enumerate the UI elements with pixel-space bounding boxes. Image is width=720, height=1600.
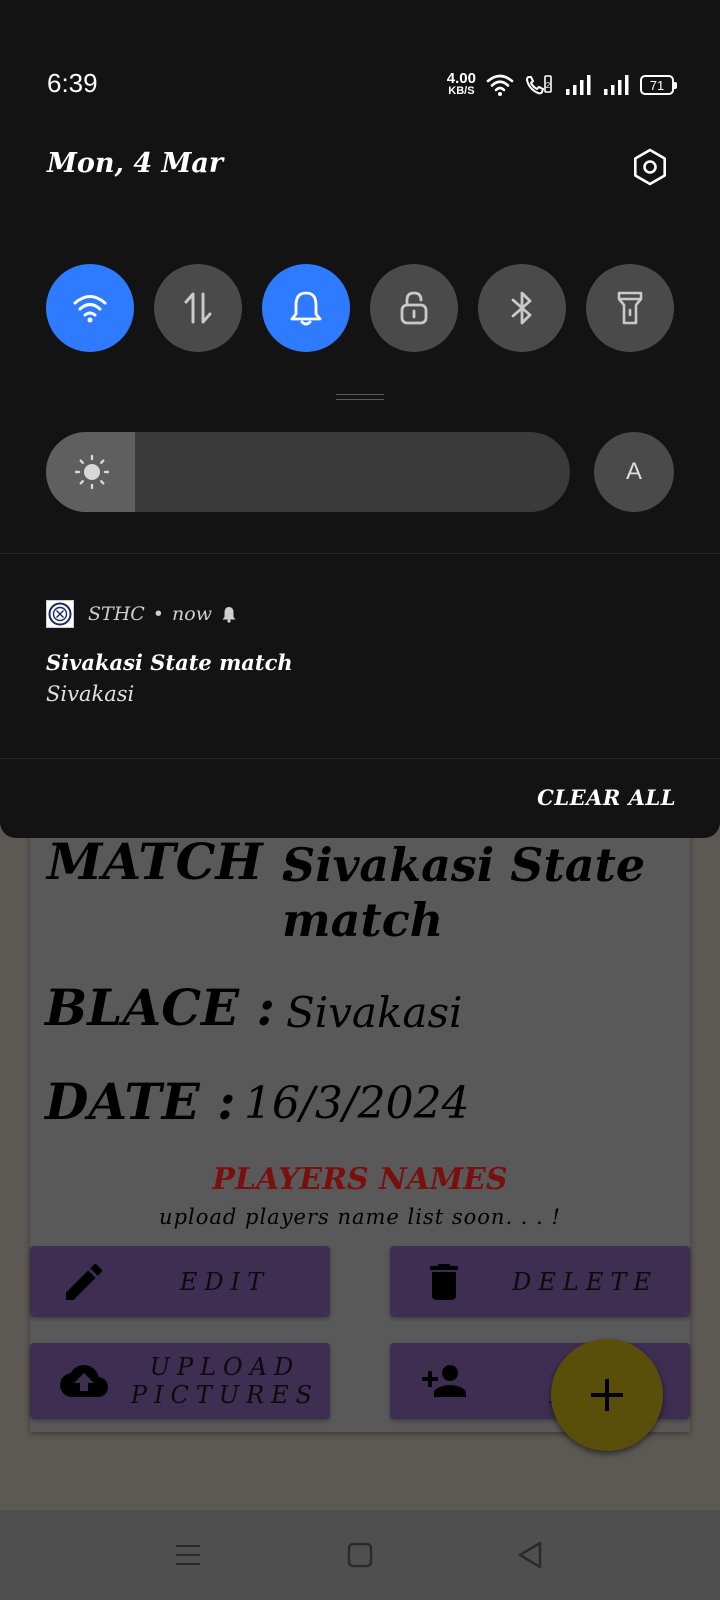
volte-call-icon: 2 bbox=[525, 75, 552, 95]
notification-title: Sivakasi State match bbox=[46, 650, 293, 675]
notification-shade: 6:39 4.00 KB/S 2 71 Mon, 4 Mar A STHC • … bbox=[0, 0, 720, 838]
players-note: upload players name list soon. . . ! bbox=[159, 1205, 561, 1229]
upload-label-line1: UPLOAD bbox=[149, 1353, 301, 1381]
match-label: MATCH : bbox=[47, 832, 299, 891]
notification-app-name: STHC bbox=[88, 603, 145, 625]
auto-brightness-button[interactable]: A bbox=[594, 432, 674, 512]
date-value: 16/3/2024 bbox=[244, 1078, 470, 1129]
wifi-icon bbox=[73, 295, 107, 323]
delete-label: DELETE bbox=[512, 1267, 658, 1296]
plus-icon bbox=[591, 1379, 623, 1411]
upload-pictures-label: UPLOAD PICTURES bbox=[130, 1353, 320, 1409]
trash-icon bbox=[430, 1263, 458, 1300]
match-value-line1: Sivakasi State bbox=[282, 838, 646, 892]
tile-mobile-data[interactable] bbox=[154, 264, 242, 352]
bell-icon bbox=[222, 607, 236, 623]
match-value-line2: match bbox=[282, 893, 444, 947]
signal-sim1-icon bbox=[566, 75, 591, 95]
notification-header: STHC • now bbox=[88, 600, 238, 628]
shade-date: Mon, 4 Mar bbox=[47, 148, 224, 179]
upload-label-line2: PICTURES bbox=[130, 1381, 320, 1409]
pencil-icon bbox=[66, 1263, 103, 1300]
brightness-slider[interactable] bbox=[46, 432, 570, 512]
tile-rotation-lock[interactable] bbox=[370, 264, 458, 352]
gear-icon[interactable] bbox=[630, 147, 670, 187]
network-speed: 4.00 KB/S bbox=[446, 70, 476, 97]
svg-text:2: 2 bbox=[546, 81, 551, 90]
notification-item[interactable]: STHC • now Sivakasi State match Sivakasi bbox=[0, 554, 720, 758]
upload-pictures-button[interactable]: UPLOAD PICTURES bbox=[30, 1343, 330, 1419]
divider bbox=[0, 758, 720, 759]
bluetooth-icon bbox=[511, 291, 532, 325]
place-value: Sivakasi bbox=[286, 988, 463, 1037]
edit-label: EDIT bbox=[179, 1267, 271, 1296]
notification-text: Sivakasi bbox=[46, 682, 135, 706]
signal-sim2-icon bbox=[604, 75, 629, 95]
tile-flashlight[interactable] bbox=[586, 264, 674, 352]
network-speed-unit: KB/S bbox=[448, 85, 475, 97]
data-arrows-icon bbox=[184, 292, 212, 324]
drag-handle[interactable] bbox=[336, 394, 384, 400]
wifi-icon bbox=[486, 74, 514, 96]
tile-wifi[interactable] bbox=[46, 264, 134, 352]
add-people-icon bbox=[422, 1365, 466, 1397]
date-label: DATE : bbox=[45, 1072, 236, 1131]
flashlight-icon bbox=[617, 291, 643, 325]
network-speed-value: 4.00 bbox=[446, 70, 476, 87]
notification-time: now bbox=[172, 603, 212, 625]
app-logo-icon bbox=[46, 600, 74, 628]
place-label: BLACE : bbox=[45, 978, 275, 1037]
status-clock: 6:39 bbox=[47, 68, 98, 98]
sun-icon bbox=[74, 454, 110, 490]
status-icons: 4.00 KB/S 2 71 bbox=[446, 68, 677, 102]
cloud-upload-icon bbox=[60, 1365, 108, 1397]
battery-level: 71 bbox=[649, 77, 665, 93]
unlock-icon bbox=[400, 291, 428, 325]
tile-bluetooth[interactable] bbox=[478, 264, 566, 352]
home-button[interactable] bbox=[335, 1530, 385, 1580]
back-button[interactable] bbox=[505, 1530, 555, 1580]
battery-icon: 71 bbox=[640, 75, 677, 95]
recents-button[interactable] bbox=[163, 1530, 213, 1580]
add-fab-button[interactable] bbox=[551, 1339, 663, 1451]
menu-icon bbox=[176, 1545, 200, 1565]
notification-separator: • bbox=[152, 603, 165, 625]
tile-sound[interactable] bbox=[262, 264, 350, 352]
bell-icon bbox=[290, 291, 322, 326]
clear-all-button[interactable]: CLEAR ALL bbox=[537, 785, 676, 810]
navigation-bar bbox=[0, 1510, 720, 1600]
edit-button[interactable]: EDIT bbox=[30, 1246, 330, 1317]
back-triangle-icon bbox=[518, 1541, 542, 1569]
logo-emblem-icon bbox=[48, 602, 72, 626]
players-names-heading: PLAYERS NAMES bbox=[212, 1162, 508, 1197]
delete-button[interactable]: DELETE bbox=[390, 1246, 690, 1317]
home-square-icon bbox=[347, 1542, 373, 1568]
